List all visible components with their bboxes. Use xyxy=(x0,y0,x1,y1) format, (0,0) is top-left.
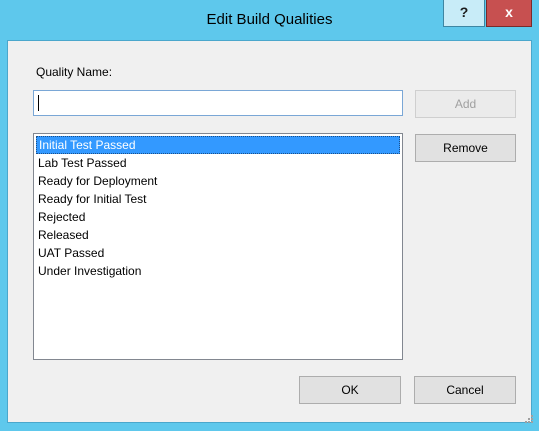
cancel-button[interactable]: Cancel xyxy=(414,376,516,404)
list-item[interactable]: Ready for Deployment xyxy=(36,172,157,190)
list-item[interactable]: Under Investigation xyxy=(36,262,141,280)
quality-name-label: Quality Name: xyxy=(36,65,113,79)
add-button[interactable]: Add xyxy=(415,90,516,118)
title-bar[interactable]: Edit Build Qualities ? x xyxy=(0,0,539,40)
list-item[interactable]: UAT Passed xyxy=(36,244,104,262)
help-button[interactable]: ? xyxy=(443,0,485,27)
list-item[interactable]: Rejected xyxy=(36,208,85,226)
remove-button[interactable]: Remove xyxy=(415,134,516,162)
list-item[interactable]: Ready for Initial Test xyxy=(36,190,147,208)
resize-grip-icon[interactable] xyxy=(525,415,533,423)
list-item[interactable]: Initial Test Passed xyxy=(36,136,400,154)
text-caret xyxy=(38,95,39,111)
ok-button[interactable]: OK xyxy=(299,376,401,404)
list-item[interactable]: Lab Test Passed xyxy=(36,154,127,172)
dialog-window: Edit Build Qualities ? x Quality Name: A… xyxy=(0,0,539,431)
quality-listbox[interactable]: Initial Test Passed Lab Test Passed Ready … xyxy=(33,133,403,360)
list-item[interactable]: Released xyxy=(36,226,89,244)
quality-name-input[interactable] xyxy=(33,90,403,116)
close-button[interactable]: x xyxy=(486,0,532,27)
dialog-client-area: Quality Name: Add Initial Test Passed Lab… xyxy=(7,40,533,423)
